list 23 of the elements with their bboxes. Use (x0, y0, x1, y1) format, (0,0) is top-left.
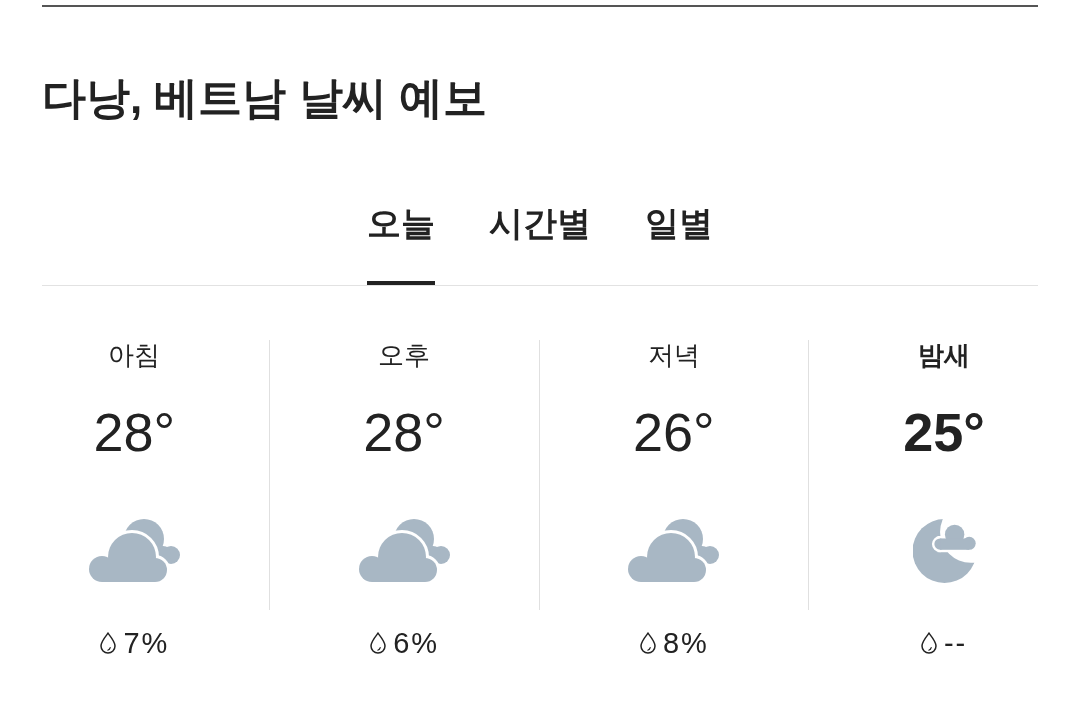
temperature-text: 28° (93, 402, 176, 462)
clouds-icon (628, 519, 720, 582)
clouds-icon (88, 519, 180, 582)
precipitation-text: 7% (123, 627, 170, 659)
clouds-icon (358, 519, 450, 582)
tab[interactable]: 일별 (645, 203, 713, 285)
period-label: 오후 (378, 340, 431, 370)
raindrop-icon (370, 632, 387, 654)
period-label: 밤새 (918, 340, 971, 370)
precipitation-text: -- (943, 627, 968, 659)
raindrop-icon (100, 632, 117, 654)
precipitation-text: 6% (393, 627, 440, 659)
raindrop-icon (920, 632, 937, 654)
raindrop-icon (639, 632, 656, 654)
tab[interactable]: 시간별 (489, 203, 591, 285)
tab[interactable]: 오늘 (367, 203, 435, 285)
period-label: 저녁 (647, 340, 700, 370)
forecast-title: 다낭, 베트남 날씨 예보 (42, 72, 488, 124)
temperature-text: 28° (363, 402, 445, 462)
period-label: 아침 (108, 340, 161, 370)
temperature-text: 25° (903, 402, 985, 462)
precipitation-text: 8% (662, 627, 709, 659)
temperature-text: 26° (633, 402, 715, 462)
